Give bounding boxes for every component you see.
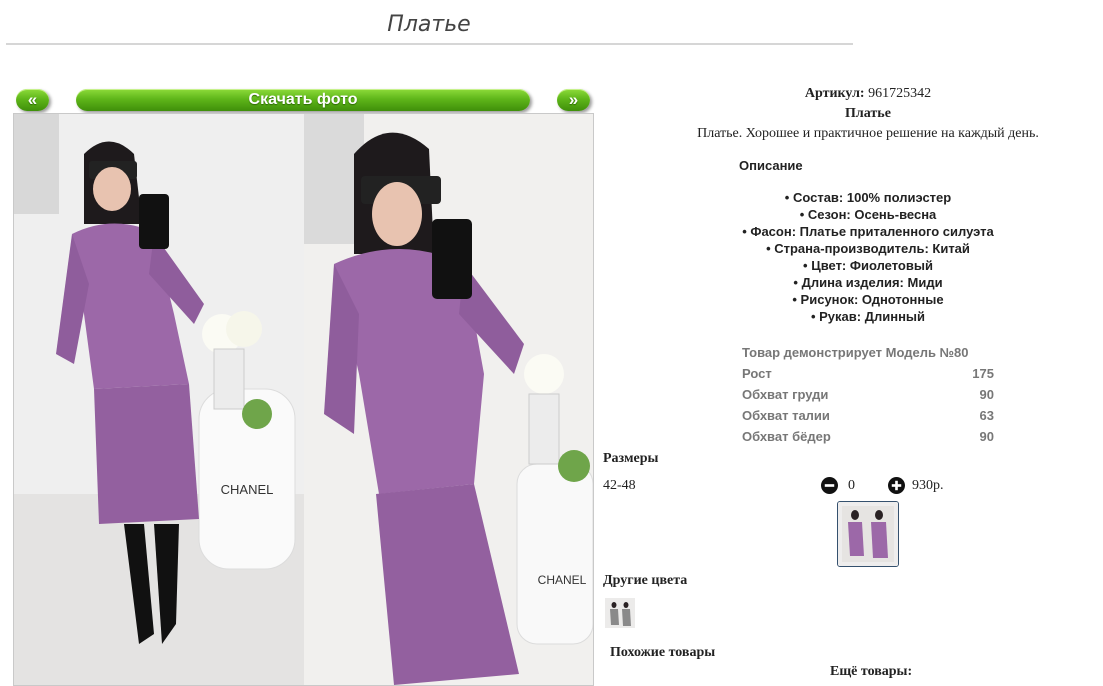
measurement-row: Обхват талии 63 (742, 405, 994, 426)
page-title: Платье (387, 12, 471, 37)
download-photo-button[interactable]: Скачать фото (76, 89, 530, 111)
quantity-value[interactable]: 0 (848, 478, 888, 494)
measurement-value: 90 (979, 429, 994, 444)
sku-label: Артикул: (804, 86, 865, 101)
measurement-row: Рост 175 (742, 363, 994, 384)
plus-icon[interactable] (888, 477, 905, 494)
measurement-label: Обхват талии (742, 408, 830, 423)
next-photo-button[interactable]: » (557, 89, 590, 111)
sizes-heading: Размеры (603, 451, 659, 466)
svg-text:CHANEL: CHANEL (221, 482, 274, 497)
photo-thumbnail[interactable] (837, 501, 899, 567)
measurement-label: Обхват груди (742, 387, 829, 402)
measurement-value: 175 (972, 366, 994, 381)
spec-item: • Рисунок: Однотонные (792, 292, 944, 307)
sku-value: 961725342 (868, 86, 932, 101)
previous-photo-button[interactable]: « (16, 89, 49, 111)
price: 930р. (912, 477, 944, 493)
measurement-value: 63 (979, 408, 994, 423)
sku-line: Артикул: 961725342 (630, 86, 1103, 102)
title-divider (6, 43, 853, 45)
spec-item: • Длина изделия: Миди (793, 275, 943, 290)
spec-item: • Фасон: Платье приталенного силуэта (742, 224, 994, 239)
spec-item: • Страна-производитель: Китай (766, 241, 970, 256)
model-caption: Товар демонстрирует Модель №80 (742, 345, 969, 360)
measurement-label: Рост (742, 366, 772, 381)
measurement-value: 90 (979, 387, 994, 402)
quantity-stepper: 0 930р. (821, 477, 944, 494)
measurement-label: Обхват бёдер (742, 429, 831, 444)
product-photo[interactable]: CHANEL CHANEL (13, 113, 594, 686)
measurement-row: Обхват груди 90 (742, 384, 994, 405)
size-range: 42-48 (603, 478, 636, 493)
more-products-heading: Ещё товары: (830, 664, 913, 679)
spec-item: • Цвет: Фиолетовый (803, 258, 933, 273)
spec-item: • Рукав: Длинный (810, 309, 926, 324)
spec-list: • Состав: 100% полиэстер • Сезон: Осень-… (640, 189, 1096, 325)
svg-text:CHANEL: CHANEL (538, 573, 587, 587)
color-variant-thumbnail[interactable] (605, 598, 635, 628)
other-colors-heading: Другие цвета (603, 573, 688, 588)
measurement-row: Обхват бёдер 90 (742, 426, 994, 447)
product-name: Платье (845, 106, 891, 121)
model-measurements: Товар демонстрирует Модель №80 Рост 175 … (742, 342, 994, 447)
similar-products-heading: Похожие товары (610, 645, 716, 660)
product-description: Платье. Хорошее и практичное решение на … (697, 126, 1039, 141)
minus-icon[interactable] (821, 477, 838, 494)
description-heading: Описание (739, 158, 803, 173)
spec-item: • Сезон: Осень-весна (799, 207, 937, 222)
spec-item: • Состав: 100% полиэстер (784, 190, 952, 205)
